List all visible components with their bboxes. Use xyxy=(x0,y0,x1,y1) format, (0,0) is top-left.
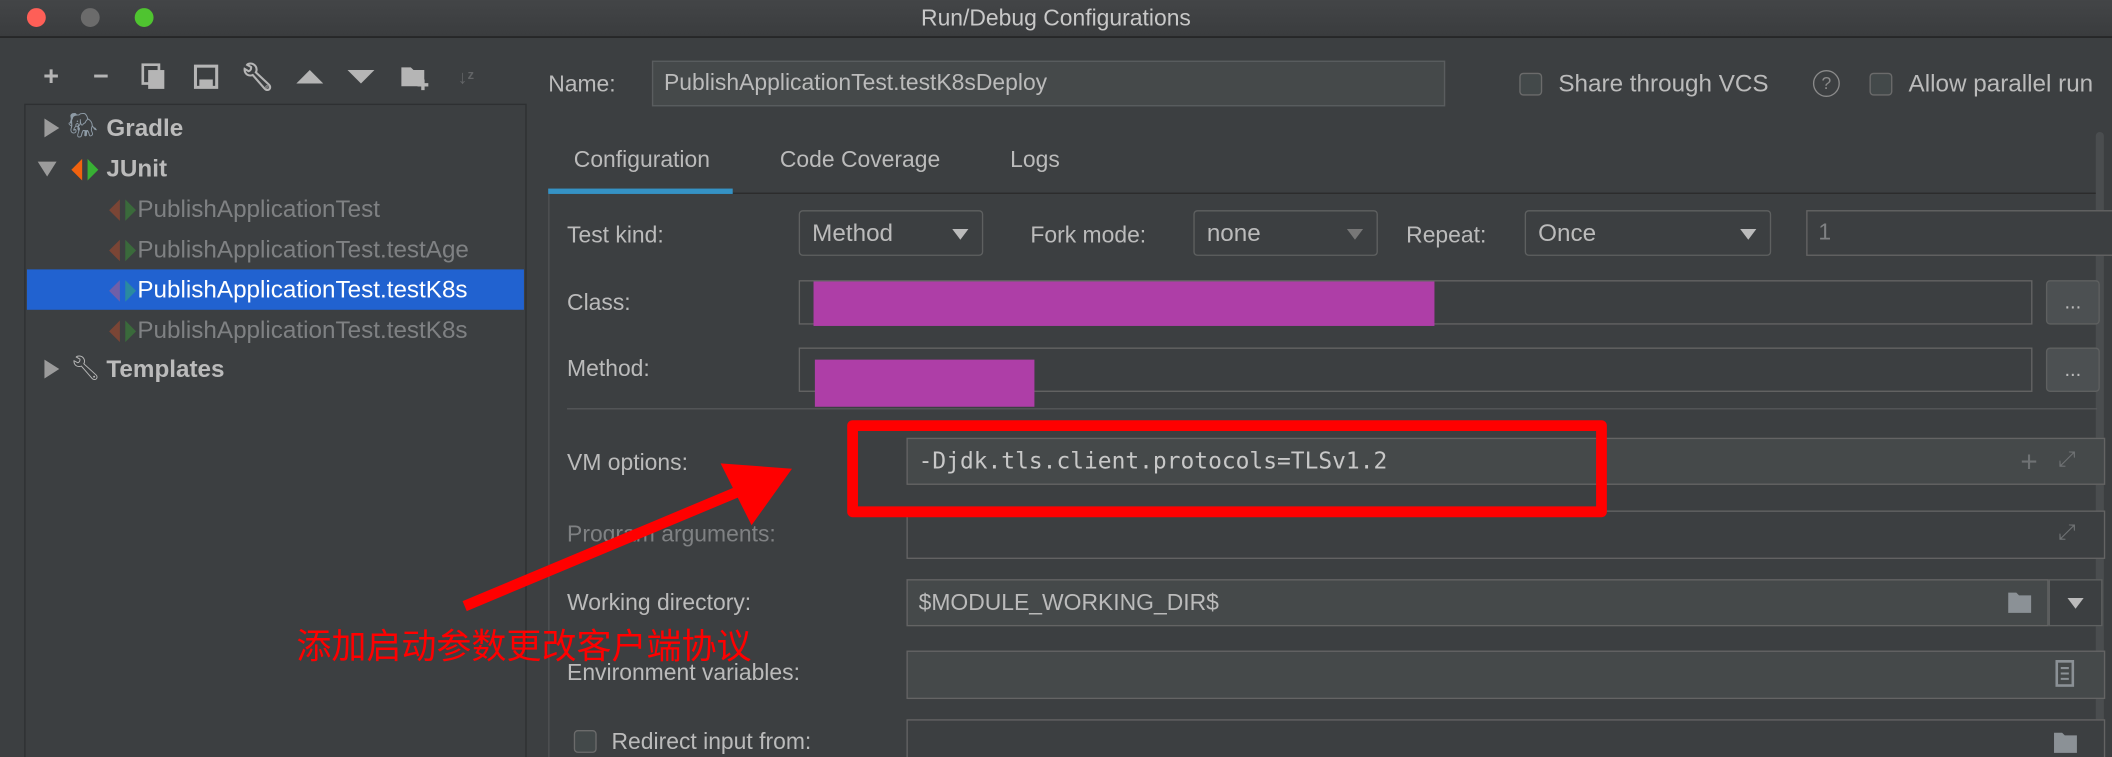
arrow-down-icon[interactable] xyxy=(345,62,377,92)
share-vcs-checkbox[interactable] xyxy=(1519,72,1543,96)
tree-item-test[interactable]: PublishApplicationTest.testK8s xyxy=(27,310,524,350)
name-label: Name: xyxy=(548,71,616,97)
copy-icon[interactable] xyxy=(137,62,169,92)
test-kind-select[interactable]: Method xyxy=(798,210,984,256)
plus-icon[interactable]: + xyxy=(2020,444,2037,479)
expand-icon[interactable]: ⤢ xyxy=(2058,449,2075,473)
folder-icon[interactable] xyxy=(2053,730,2080,757)
working-directory-dropdown[interactable] xyxy=(2048,579,2103,627)
wrench-icon: 🔧︎ xyxy=(70,354,101,382)
collapse-arrow-icon[interactable] xyxy=(37,161,57,177)
chevron-down-icon xyxy=(1740,228,1757,240)
tab-code-coverage[interactable]: Code Coverage xyxy=(780,147,940,174)
tree-item-test[interactable]: PublishApplicationTest xyxy=(27,189,524,229)
redirect-input-field[interactable] xyxy=(906,719,2106,757)
method-label: Method: xyxy=(567,355,650,382)
expand-arrow-icon[interactable] xyxy=(44,359,60,379)
tree-label: PublishApplicationTest.testK8s xyxy=(137,315,468,343)
repeat-count-input: 1 xyxy=(1806,210,2112,256)
chevron-down-icon xyxy=(2067,597,2084,609)
highlight-box xyxy=(847,420,1607,518)
document-icon[interactable] xyxy=(2055,659,2075,694)
tab-logs[interactable]: Logs xyxy=(1010,147,1060,174)
plus-icon[interactable]: + xyxy=(35,61,67,92)
name-input[interactable]: PublishApplicationTest.testK8sDeploy xyxy=(651,60,1446,107)
wrench-icon[interactable]: 🔧︎ xyxy=(240,62,274,93)
select-value: Once xyxy=(1538,218,1597,246)
folder-icon[interactable] xyxy=(2007,590,2034,621)
arrow-up-icon[interactable] xyxy=(294,62,326,92)
environment-variables-input[interactable] xyxy=(906,650,2106,700)
redirect-input-checkbox[interactable] xyxy=(573,730,597,753)
tree-label: Gradle xyxy=(106,113,184,141)
program-arguments-input[interactable] xyxy=(906,510,2106,559)
junit-test-icon xyxy=(108,238,140,269)
fork-mode-label: Fork mode: xyxy=(1030,222,1147,248)
tree-label: PublishApplicationTest.testAge xyxy=(137,235,469,262)
gradle-elephant-icon: 🐘︎ xyxy=(67,111,99,139)
help-icon[interactable]: ? xyxy=(1812,70,1840,97)
expand-arrow-icon[interactable] xyxy=(44,118,60,138)
tree-label: PublishApplicationTest.testK8s xyxy=(137,275,468,303)
redaction-block xyxy=(814,359,1035,407)
separator xyxy=(567,408,2098,410)
tree-item-test-selected[interactable]: PublishApplicationTest.testK8s xyxy=(26,269,524,310)
sort-alpha-icon: ↓ᶻ xyxy=(457,65,475,88)
allow-parallel-label: Allow parallel run xyxy=(1908,70,2094,97)
junit-test-icon xyxy=(108,319,140,350)
tab-divider xyxy=(548,192,2099,194)
repeat-select[interactable]: Once xyxy=(1524,210,1772,256)
fork-mode-select[interactable]: none xyxy=(1193,210,1378,256)
junit-test-icon xyxy=(108,279,140,310)
chevron-down-icon xyxy=(1346,228,1364,240)
browse-method-button[interactable]: ... xyxy=(2045,347,2100,392)
working-directory-input[interactable]: $MODULE_WORKING_DIR$ xyxy=(906,579,2049,627)
save-icon[interactable] xyxy=(190,62,222,92)
tree-item-gradle[interactable]: 🐘︎ Gradle xyxy=(27,108,524,148)
test-kind-label: Test kind: xyxy=(567,222,664,248)
chevron-down-icon xyxy=(952,228,969,240)
class-label: Class: xyxy=(567,289,631,316)
expand-icon[interactable]: ⤢ xyxy=(2058,521,2075,545)
tab-configuration[interactable]: Configuration xyxy=(574,147,710,174)
tree-item-test[interactable]: PublishApplicationTest.testAge xyxy=(27,229,524,269)
window-title: Run/Debug Configurations xyxy=(921,5,1191,31)
tree-item-templates[interactable]: 🔧︎ Templates xyxy=(27,349,524,389)
redaction-block xyxy=(813,281,1435,326)
browse-class-button[interactable]: ... xyxy=(2045,280,2100,325)
allow-parallel-checkbox[interactable] xyxy=(1869,72,1893,96)
select-value: none xyxy=(1206,218,1261,246)
repeat-label: Repeat: xyxy=(1406,222,1487,248)
junit-icon xyxy=(70,158,102,189)
select-value: Method xyxy=(812,218,894,246)
share-vcs-label: Share through VCS xyxy=(1558,70,1769,97)
tree-label: PublishApplicationTest xyxy=(137,194,380,222)
junit-test-icon xyxy=(108,198,140,229)
run-debug-configurations-window: Run/Debug Configurations + − 🔧︎ ↓ᶻ 🐘︎ Gr… xyxy=(0,0,2112,757)
annotation-text: 添加启动参数更改客户端协议 xyxy=(296,627,752,669)
redirect-input-label: Redirect input from: xyxy=(611,728,812,755)
annotation-arrow xyxy=(462,463,792,612)
active-tab-indicator xyxy=(548,188,733,194)
tree-label: JUnit xyxy=(106,154,168,182)
tree-label: Templates xyxy=(106,354,225,382)
minus-icon[interactable]: − xyxy=(85,61,117,92)
tree-item-junit[interactable]: JUnit xyxy=(27,148,524,188)
new-folder-icon[interactable] xyxy=(399,62,431,92)
